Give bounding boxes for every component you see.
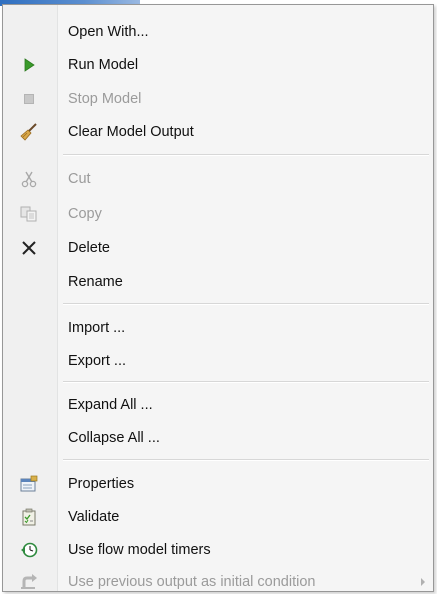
menu-item-collapse-all[interactable]: Collapse All ... — [3, 421, 433, 454]
context-menu: Open With... Run Model Stop Model Clear … — [2, 4, 434, 592]
menu-item-label: Cut — [68, 170, 91, 187]
properties-icon — [19, 474, 39, 494]
menu-item-expand-all[interactable]: Expand All ... — [3, 388, 433, 421]
stop-icon — [19, 89, 39, 109]
separator — [63, 154, 429, 156]
broom-icon — [19, 122, 39, 142]
menu-item-label: Import ... — [68, 319, 126, 336]
menu-item-label: Use flow model timers — [68, 541, 211, 558]
menu-item-stop-model[interactable]: Stop Model — [3, 82, 433, 115]
play-icon — [19, 55, 39, 75]
menu-item-label: Open With... — [68, 23, 149, 40]
menu-item-label: Validate — [68, 508, 120, 525]
menu-item-label: Export ... — [68, 352, 127, 369]
menu-item-copy[interactable]: Copy — [3, 197, 433, 230]
separator — [63, 381, 429, 383]
menu-item-rename[interactable]: Rename — [3, 265, 433, 298]
menu-item-use-flow-model-timers[interactable]: Use flow model timers — [3, 533, 433, 566]
menu-item-label: Rename — [68, 273, 123, 290]
menu-item-label: Copy — [68, 205, 102, 222]
menu-item-cut[interactable]: Cut — [3, 162, 433, 195]
menu-item-label: Clear Model Output — [68, 123, 194, 140]
delete-x-icon — [19, 238, 39, 258]
separator — [63, 303, 429, 305]
menu-item-label: Properties — [68, 475, 135, 492]
menu-item-use-previous-output[interactable]: Use previous output as initial condition — [3, 565, 433, 594]
copy-icon — [19, 204, 39, 224]
menu-item-run-model[interactable]: Run Model — [3, 48, 433, 81]
menu-item-delete[interactable]: Delete — [3, 231, 433, 264]
menu-item-label: Delete — [68, 239, 110, 256]
clock-arrow-icon — [19, 540, 39, 560]
return-arrow-icon — [19, 572, 39, 592]
clipboard-check-icon — [19, 507, 39, 527]
menu-item-label: Collapse All ... — [68, 429, 160, 446]
menu-item-label: Use previous output as initial condition — [68, 573, 316, 590]
menu-item-clear-model-output[interactable]: Clear Model Output — [3, 115, 433, 148]
menu-item-properties[interactable]: Properties — [3, 467, 433, 500]
separator — [63, 459, 429, 461]
menu-item-open-with[interactable]: Open With... — [3, 15, 433, 48]
submenu-arrow-icon — [421, 577, 425, 586]
menu-item-export[interactable]: Export ... — [3, 344, 433, 377]
menu-item-label: Run Model — [68, 56, 139, 73]
menu-item-label: Expand All ... — [68, 396, 153, 413]
menu-item-label: Stop Model — [68, 90, 142, 107]
menu-item-validate[interactable]: Validate — [3, 500, 433, 533]
scissors-icon — [19, 169, 39, 189]
menu-item-import[interactable]: Import ... — [3, 311, 433, 344]
